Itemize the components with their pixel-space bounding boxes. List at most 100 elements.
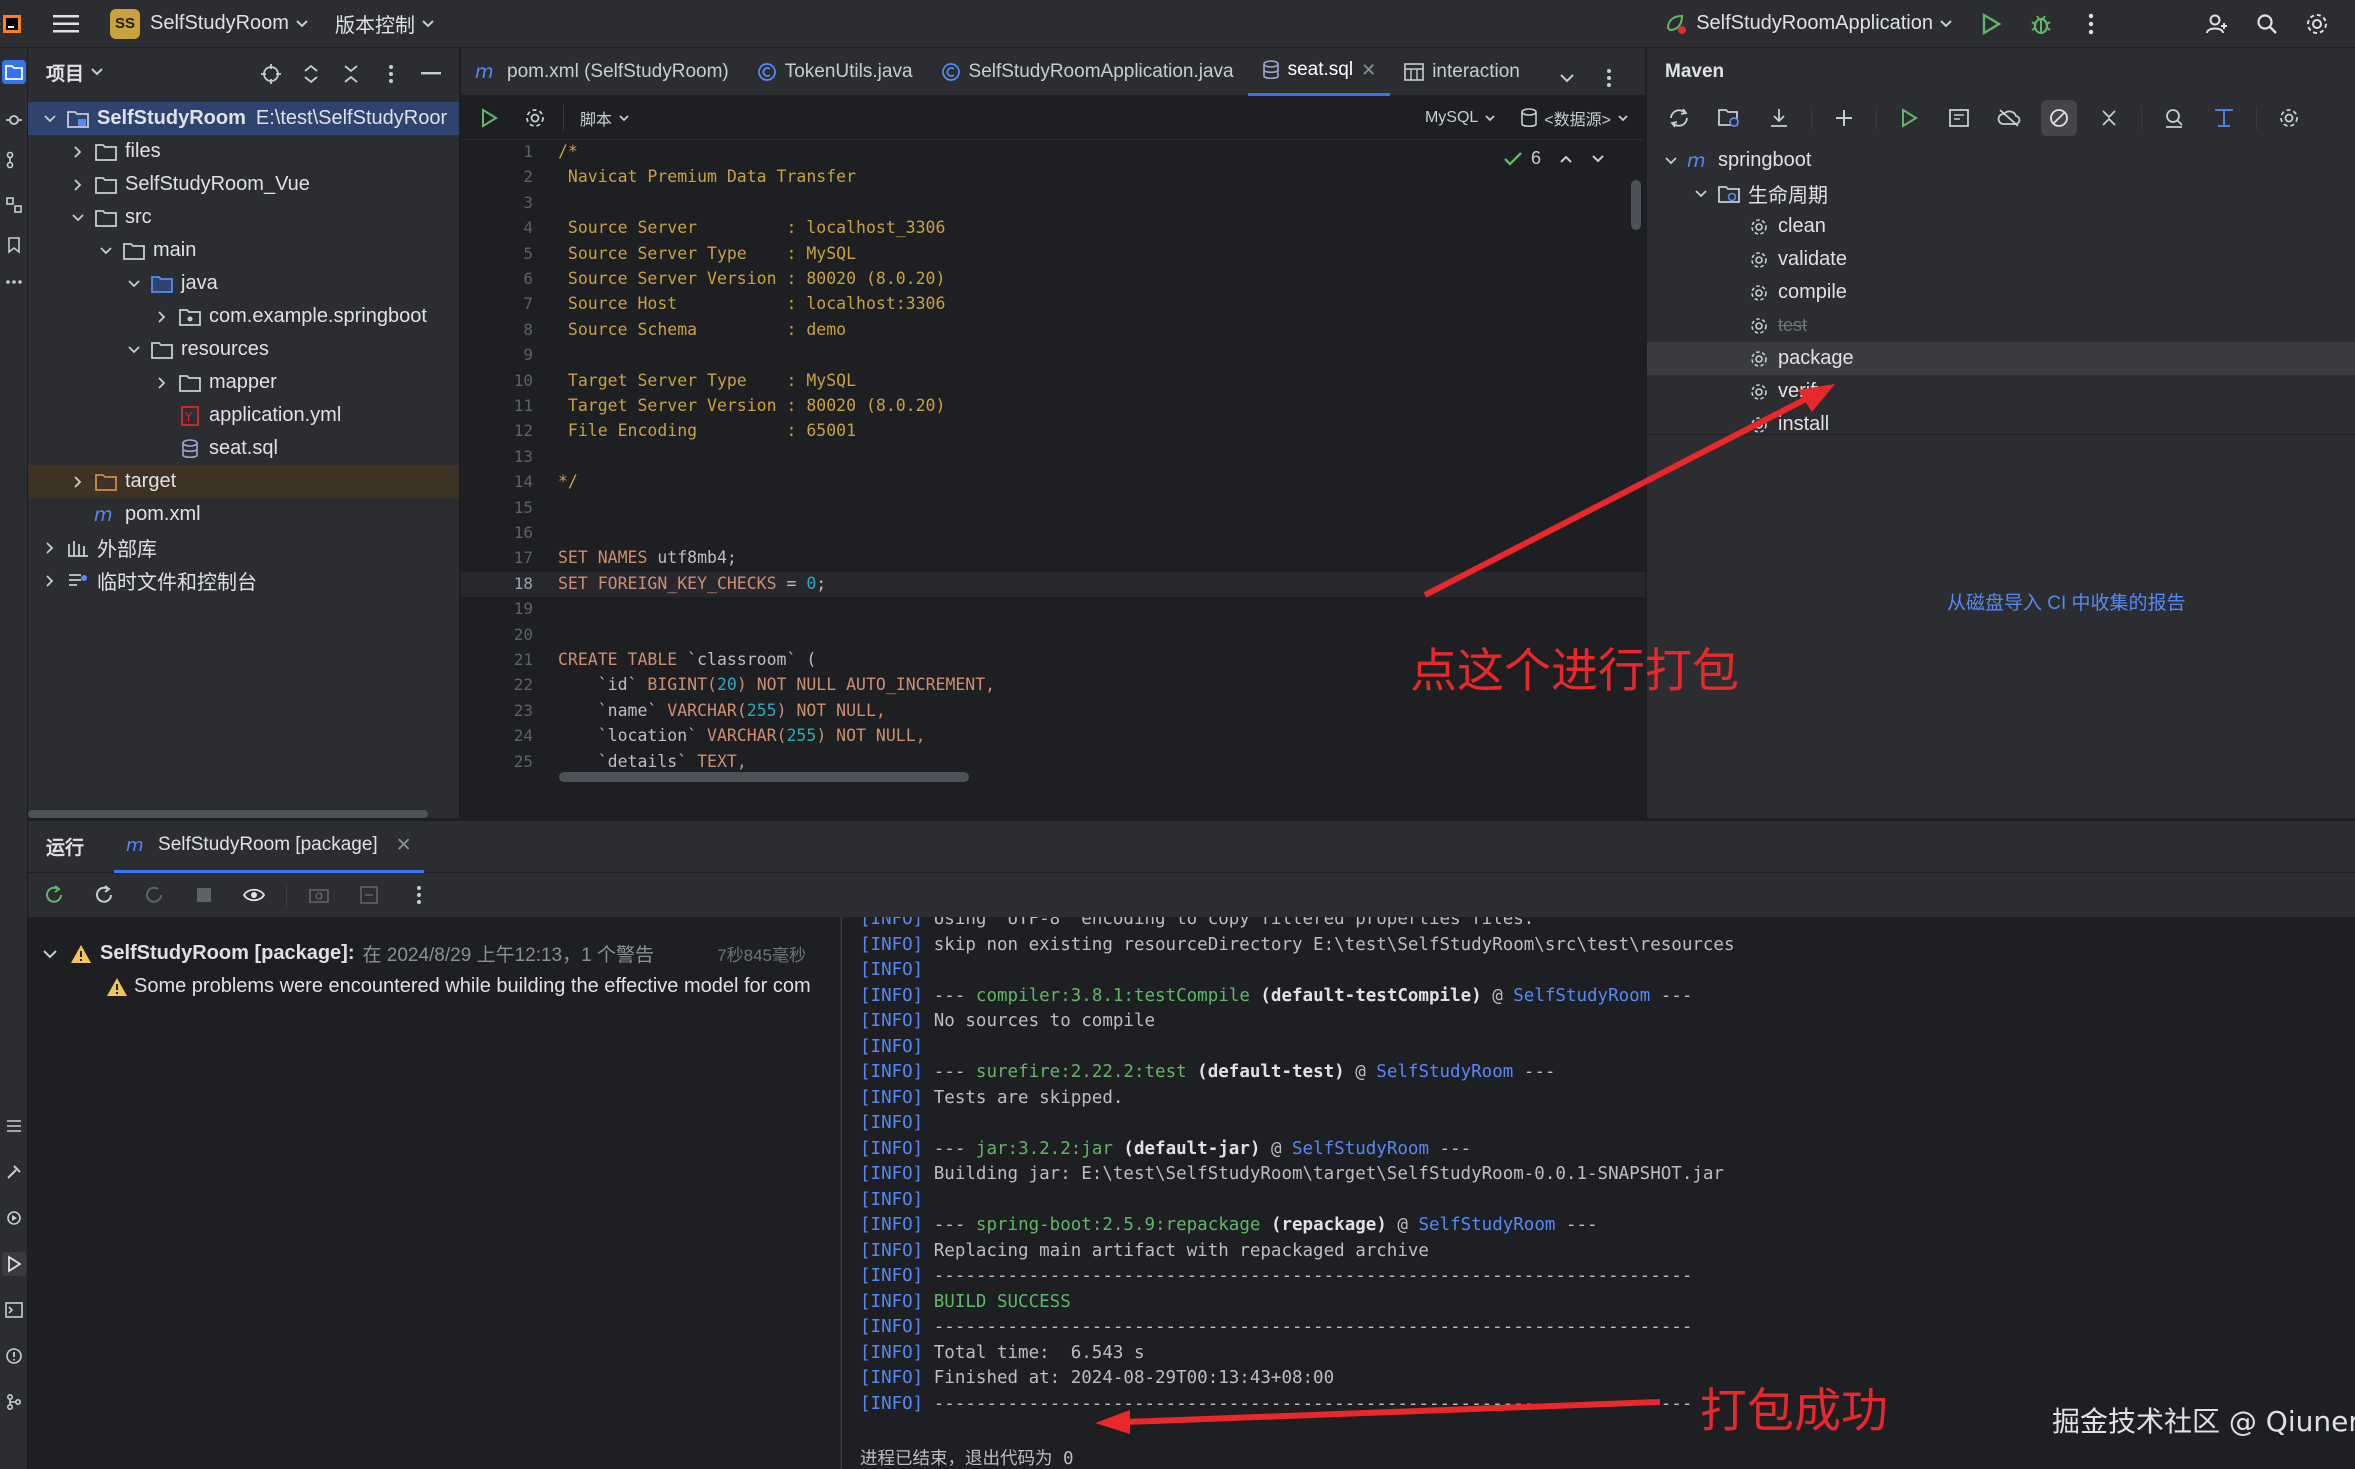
toggle-offline-icon[interactable]: [136, 877, 172, 913]
maven-item-springboot[interactable]: m springboot: [1647, 144, 2355, 177]
commit-tool-icon[interactable]: [2, 108, 26, 132]
chevron-down-icon[interactable]: [96, 246, 116, 256]
tree-item-main[interactable]: main: [28, 234, 459, 267]
build-warning-item[interactable]: Some problems were encountered while bui…: [106, 970, 840, 1003]
maven-settings-icon[interactable]: [2271, 100, 2307, 136]
maven-item-install[interactable]: install: [1647, 408, 2355, 441]
console-output[interactable]: [INFO] Using 'UTF-8' encoding to copy fi…: [841, 917, 2355, 1469]
tree-item-item[interactable]: 临时文件和控制台: [28, 564, 459, 597]
inspection-widget[interactable]: 6: [1503, 148, 1605, 169]
tree-item-selfstudyroom-vue[interactable]: SelfStudyRoom_Vue: [28, 168, 459, 201]
run-maven-goal-icon[interactable]: [1891, 100, 1927, 136]
collapse-all-icon[interactable]: [333, 56, 369, 92]
dialect-dropdown[interactable]: MySQL: [1425, 96, 1496, 140]
show-output-icon[interactable]: [236, 877, 272, 913]
chevron-right-icon[interactable]: [68, 145, 88, 159]
chevron-down-icon[interactable]: [40, 114, 60, 124]
import-reports-link[interactable]: 从磁盘导入 CI 中收集的报告: [1947, 588, 2186, 615]
main-menu-icon[interactable]: [48, 6, 84, 42]
todo-tool-icon[interactable]: [2, 1114, 26, 1138]
tree-item-item[interactable]: 外部库: [28, 531, 459, 564]
chevron-down-icon[interactable]: [68, 213, 88, 223]
tree-item-seat-sql[interactable]: seat.sql: [28, 432, 459, 465]
vcs-menu[interactable]: 版本控制: [335, 0, 435, 48]
maven-item-clean[interactable]: clean: [1647, 210, 2355, 243]
run-config-selector[interactable]: SelfStudyRoomApplication: [1664, 0, 1953, 48]
search-icon[interactable]: [2249, 6, 2285, 42]
maven-item-validate[interactable]: validate: [1647, 243, 2355, 276]
code-editor[interactable]: 1 2 3 4 5 6 7 8 9 10 11 12 13 14 15 16 17 18 19 20 21 22 23 24 2…: [461, 140, 1645, 818]
chevron-right-icon[interactable]: [152, 310, 172, 324]
horizontal-scrollbar[interactable]: [28, 810, 428, 818]
chevron-up-icon[interactable]: [1559, 154, 1573, 164]
rerun-failed-icon[interactable]: [86, 877, 122, 913]
pull-requests-icon[interactable]: [2, 148, 26, 172]
chevron-right-icon[interactable]: [40, 574, 60, 588]
analyze-dependencies-icon[interactable]: [2156, 100, 2192, 136]
structure-tool-icon[interactable]: [2, 193, 26, 217]
run-tab-package[interactable]: m SelfStudyRoom [package] ✕: [114, 821, 424, 873]
settings-gear-icon[interactable]: [517, 100, 553, 136]
settings-gear-icon[interactable]: [2299, 6, 2335, 42]
bookmarks-tool-icon[interactable]: [2, 233, 26, 257]
chevron-down-icon[interactable]: [124, 279, 144, 289]
close-icon[interactable]: ✕: [396, 834, 412, 857]
vertical-scrollbar[interactable]: [1631, 180, 1641, 230]
expand-all-icon[interactable]: [293, 56, 329, 92]
terminal-tool-icon[interactable]: [2, 1298, 26, 1322]
chevron-right-icon[interactable]: [152, 376, 172, 390]
maven-item-item[interactable]: 生命周期: [1647, 177, 2355, 210]
locate-file-icon[interactable]: [253, 56, 289, 92]
more-actions-icon[interactable]: [401, 877, 437, 913]
build-tree-root[interactable]: SelfStudyRoom [package]: 在 2024/8/29 上午1…: [42, 937, 832, 970]
hide-panel-icon[interactable]: [413, 56, 449, 92]
maven-item-compile[interactable]: compile: [1647, 276, 2355, 309]
tree-item-resources[interactable]: resources: [28, 333, 459, 366]
run-panel-more-icon[interactable]: [2299, 833, 2335, 869]
datasource-dropdown[interactable]: <数据源>: [1520, 96, 1629, 140]
show-diagram-icon[interactable]: [2206, 100, 2242, 136]
reload-icon[interactable]: [1661, 100, 1697, 136]
options-icon[interactable]: [373, 56, 409, 92]
git-tool-icon[interactable]: [2, 1390, 26, 1414]
more-tools-icon[interactable]: [2, 270, 26, 294]
maven-item-test[interactable]: test: [1647, 309, 2355, 342]
chevron-right-icon[interactable]: [40, 541, 60, 555]
run-tool-icon[interactable]: [2, 1252, 26, 1276]
rerun-icon[interactable]: [36, 877, 72, 913]
tab-tokenutils-java[interactable]: TokenUtils.java: [743, 48, 927, 96]
tab-selfstudyroomapplication-java[interactable]: SelfStudyRoomApplication.java: [927, 48, 1248, 96]
collapse-icon[interactable]: [2091, 100, 2127, 136]
chevron-down-icon[interactable]: [42, 949, 58, 959]
more-actions-icon[interactable]: [2073, 6, 2109, 42]
execute-icon[interactable]: [471, 100, 507, 136]
project-panel-title[interactable]: 项目: [46, 59, 84, 86]
chevron-down-icon[interactable]: [1591, 154, 1605, 164]
debug-icon[interactable]: [2023, 6, 2059, 42]
project-tool-icon[interactable]: [2, 60, 26, 84]
build-tool-icon[interactable]: [2, 1160, 26, 1184]
services-tool-icon[interactable]: [2, 1206, 26, 1230]
download-icon[interactable]: [1761, 100, 1797, 136]
stop-icon[interactable]: [186, 877, 222, 913]
maven-item-package[interactable]: package: [1647, 342, 2355, 375]
chevron-right-icon[interactable]: [68, 475, 88, 489]
skip-tests-icon[interactable]: [2041, 100, 2077, 136]
tree-item-mapper[interactable]: mapper: [28, 366, 459, 399]
project-switcher[interactable]: SS SelfStudyRoom: [110, 0, 309, 48]
tree-item-application-yml[interactable]: Yapplication.yml: [28, 399, 459, 432]
tabs-dropdown-icon[interactable]: [1549, 60, 1585, 96]
generate-sources-icon[interactable]: [1711, 100, 1747, 136]
chevron-down-icon[interactable]: [1661, 156, 1681, 166]
horizontal-scrollbar[interactable]: [559, 772, 969, 782]
tree-item-files[interactable]: files: [28, 135, 459, 168]
chevron-down-icon[interactable]: [1691, 189, 1711, 199]
tree-item-src[interactable]: src: [28, 201, 459, 234]
tree-item-java[interactable]: java: [28, 267, 459, 300]
maven-item-verify[interactable]: verify: [1647, 375, 2355, 408]
script-dropdown[interactable]: 脚本: [580, 96, 630, 140]
tree-item-pom-xml[interactable]: m pom.xml: [28, 498, 459, 531]
add-icon[interactable]: [1826, 100, 1862, 136]
chevron-down-icon[interactable]: [90, 67, 104, 77]
chevron-right-icon[interactable]: [68, 178, 88, 192]
